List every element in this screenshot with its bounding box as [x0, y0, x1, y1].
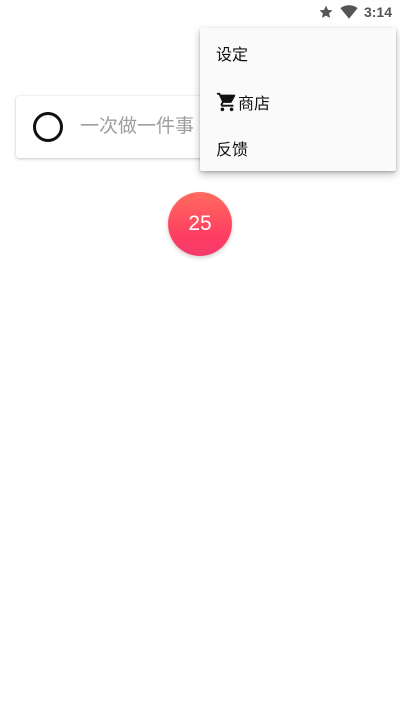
pomodoro-count: 25 — [188, 212, 212, 235]
status-icons: 3:14 — [318, 2, 392, 22]
menu-item-settings[interactable]: 设定 — [200, 30, 396, 76]
task-checkbox[interactable] — [33, 112, 63, 142]
pomodoro-count-badge[interactable]: 25 — [168, 192, 232, 256]
wifi-icon — [340, 4, 358, 20]
status-bar: 3:14 — [0, 0, 400, 24]
menu-item-label: 商店 — [238, 96, 271, 113]
menu-item-label: 设定 — [216, 47, 249, 64]
cart-icon — [216, 91, 238, 113]
menu-item-shop[interactable]: 商店 — [200, 79, 396, 125]
app-screen: 3:14 25 设定 商店 反馈 — [0, 0, 400, 711]
status-time: 3:14 — [363, 4, 392, 20]
star-icon — [318, 4, 334, 20]
menu-item-feedback[interactable]: 反馈 — [200, 125, 396, 171]
menu-item-label: 反馈 — [216, 142, 249, 159]
overflow-menu: 设定 商店 反馈 — [200, 28, 396, 171]
